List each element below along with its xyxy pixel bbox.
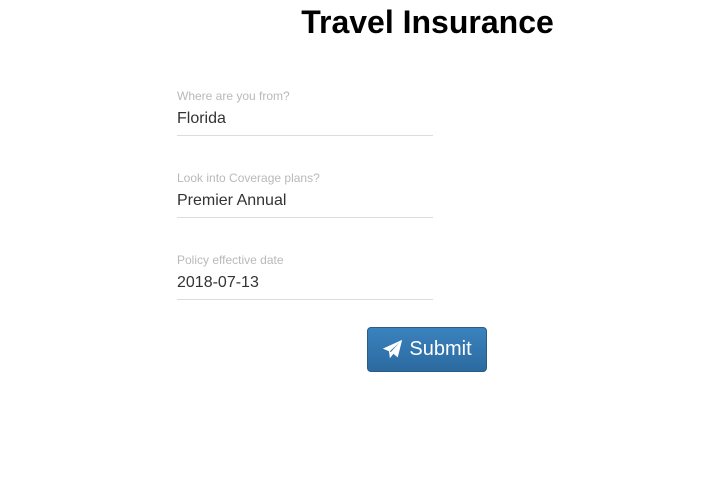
origin-label: Where are you from? xyxy=(177,89,290,103)
paper-plane-icon xyxy=(383,339,403,359)
effective-date-label: Policy effective date xyxy=(177,253,284,267)
coverage-plan-field: Look into Coverage plans? xyxy=(177,171,433,218)
coverage-plan-input[interactable] xyxy=(177,190,433,218)
page: Travel Insurance Where are you from? Loo… xyxy=(0,0,707,485)
effective-date-field: Policy effective date xyxy=(177,253,433,300)
origin-field: Where are you from? xyxy=(177,89,433,136)
page-title: Travel Insurance xyxy=(301,4,554,40)
submit-label: Submit xyxy=(409,338,472,360)
effective-date-input[interactable] xyxy=(177,272,433,300)
origin-input[interactable] xyxy=(177,108,433,136)
coverage-plan-label: Look into Coverage plans? xyxy=(177,171,320,185)
submit-button[interactable]: Submit xyxy=(367,327,487,372)
